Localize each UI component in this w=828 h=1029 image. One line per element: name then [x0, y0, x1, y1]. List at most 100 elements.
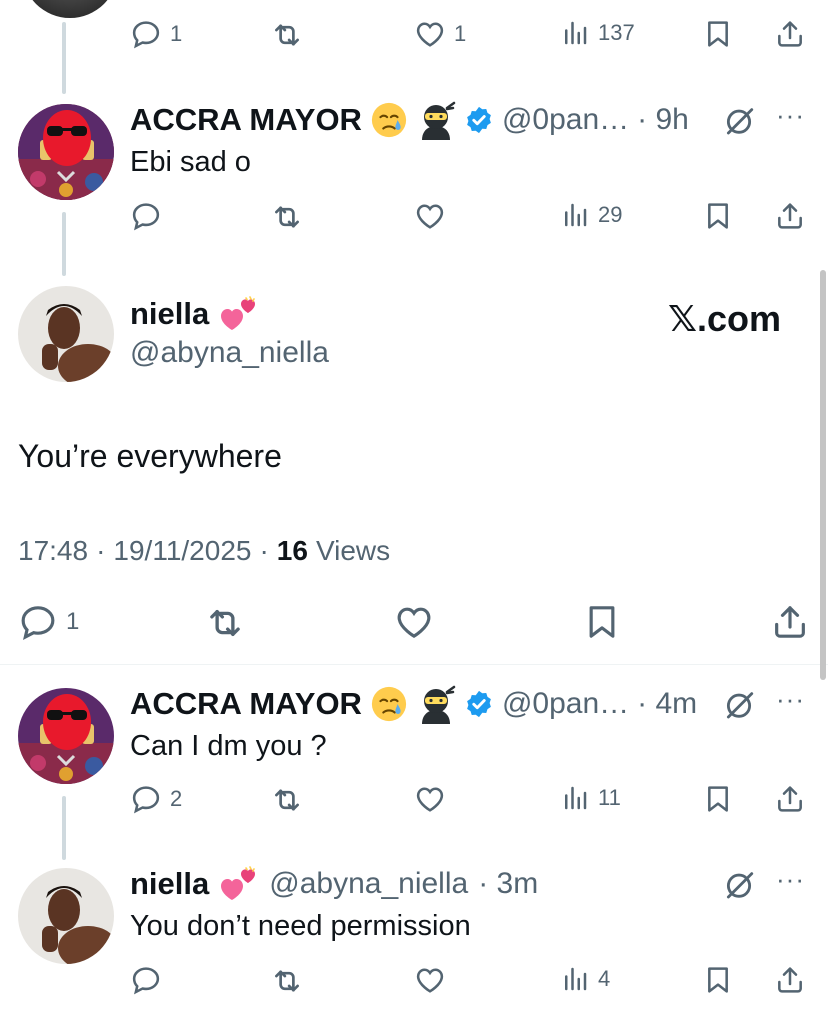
avatar-accra-mayor[interactable] [18, 104, 114, 200]
bookmark-icon [702, 18, 734, 50]
reply-button[interactable]: 1 [130, 18, 182, 50]
view-count: 137 [598, 20, 635, 45]
avatar-niella[interactable] [18, 286, 114, 382]
reply-count: 1 [66, 608, 80, 635]
heart-icon [414, 783, 446, 815]
display-name[interactable]: ACCRA MAYOR [130, 102, 362, 138]
heart-icon [394, 602, 434, 642]
repost-icon [204, 602, 246, 644]
view-count: 4 [598, 966, 611, 991]
tweet-header: ACCRA MAYOR @0pan… · 4m [130, 684, 697, 724]
bookmark-icon [702, 964, 734, 996]
tweet-date[interactable]: 19/11/2025 [113, 535, 251, 567]
bookmark-button[interactable] [702, 783, 734, 815]
like-button[interactable] [414, 200, 446, 232]
tweet-time[interactable]: 17:48 [18, 535, 88, 567]
share-button[interactable] [774, 964, 806, 996]
like-button[interactable] [414, 783, 446, 815]
tweet-header: niella @abyna_niella · 3m [130, 864, 538, 904]
reply-icon [130, 783, 162, 815]
repost-button[interactable] [270, 964, 304, 998]
avatar-image [18, 104, 114, 200]
repost-button[interactable] [270, 200, 304, 234]
views-button[interactable]: 11 [560, 783, 621, 813]
crying-face-emoji-icon [370, 101, 408, 139]
user-handle[interactable]: @0pan… [502, 103, 629, 137]
avatar-top-partial[interactable] [22, 0, 118, 18]
views-label: Views [315, 535, 391, 566]
views-icon [560, 18, 590, 48]
thread-line [62, 212, 66, 276]
repost-icon [270, 964, 304, 998]
views-icon [560, 964, 590, 994]
ninja-emoji-icon [416, 100, 456, 140]
like-button[interactable] [414, 964, 446, 996]
grok-icon[interactable] [722, 104, 756, 138]
action-bar-top: 1 1 137 [130, 18, 810, 58]
views-icon [560, 200, 590, 230]
repost-button[interactable] [270, 783, 304, 817]
main-action-bar: 1 [18, 602, 818, 642]
more-options-icon[interactable]: ··· [776, 684, 805, 715]
views-button[interactable]: 137 [560, 18, 635, 48]
repost-button[interactable] [204, 602, 246, 644]
repost-icon [270, 783, 304, 817]
reply-icon [18, 602, 58, 642]
avatar-image [18, 688, 114, 784]
tweet-text: Can I dm you ? [130, 730, 327, 762]
repost-icon [270, 200, 304, 234]
display-name[interactable]: ACCRA MAYOR [130, 686, 362, 722]
share-icon [774, 783, 806, 815]
views-button[interactable]: 4 [560, 964, 610, 994]
separator-dot: · [259, 535, 269, 566]
user-handle[interactable]: @0pan… [502, 687, 629, 721]
views-icon [560, 783, 590, 813]
reply-button[interactable]: 1 [18, 602, 79, 642]
bookmark-icon [702, 783, 734, 815]
bookmark-button[interactable] [702, 964, 734, 996]
share-icon [774, 200, 806, 232]
hearts-emoji-icon [219, 294, 259, 334]
share-button[interactable] [774, 783, 806, 815]
reply-icon [130, 18, 162, 50]
share-icon [774, 964, 806, 996]
more-options-icon[interactable]: ··· [776, 100, 805, 131]
bookmark-button[interactable] [582, 602, 622, 642]
reply-button[interactable] [130, 964, 162, 996]
like-button[interactable]: 1 [414, 18, 466, 50]
share-button[interactable] [770, 602, 810, 642]
reply-button[interactable] [130, 200, 162, 232]
reply-icon [130, 200, 162, 232]
share-button[interactable] [774, 18, 806, 50]
tweet-header: ACCRA MAYOR @0pan… · 9h [130, 100, 689, 140]
action-bar: 29 [130, 200, 810, 240]
action-bar: 4 [130, 964, 810, 1004]
display-name[interactable]: niella [130, 866, 209, 902]
more-options-icon[interactable]: ··· [776, 864, 805, 895]
view-count: 29 [598, 202, 623, 227]
scrollbar[interactable] [820, 270, 826, 680]
ninja-emoji-icon [416, 684, 456, 724]
bookmark-icon [582, 602, 622, 642]
heart-icon [414, 964, 446, 996]
display-name[interactable]: niella [130, 296, 209, 332]
like-count: 1 [454, 21, 467, 46]
timestamp[interactable]: · 4m [637, 687, 697, 721]
share-button[interactable] [774, 200, 806, 232]
hearts-emoji-icon [219, 864, 259, 904]
reply-button[interactable]: 2 [130, 783, 182, 815]
bookmark-button[interactable] [702, 200, 734, 232]
timestamp[interactable]: · 3m [478, 867, 538, 901]
avatar-accra-mayor[interactable] [18, 688, 114, 784]
like-button[interactable] [394, 602, 434, 642]
grok-icon[interactable] [722, 688, 756, 722]
bookmark-button[interactable] [702, 18, 734, 50]
grok-icon[interactable] [722, 868, 756, 902]
timestamp[interactable]: · 9h [637, 103, 689, 137]
avatar-niella[interactable] [18, 868, 114, 964]
views-button[interactable]: 29 [560, 200, 622, 230]
repost-button[interactable] [270, 18, 304, 52]
user-handle[interactable]: @abyna_niella [269, 867, 468, 901]
share-icon [770, 602, 810, 642]
user-handle[interactable]: @abyna_niella [130, 336, 329, 370]
